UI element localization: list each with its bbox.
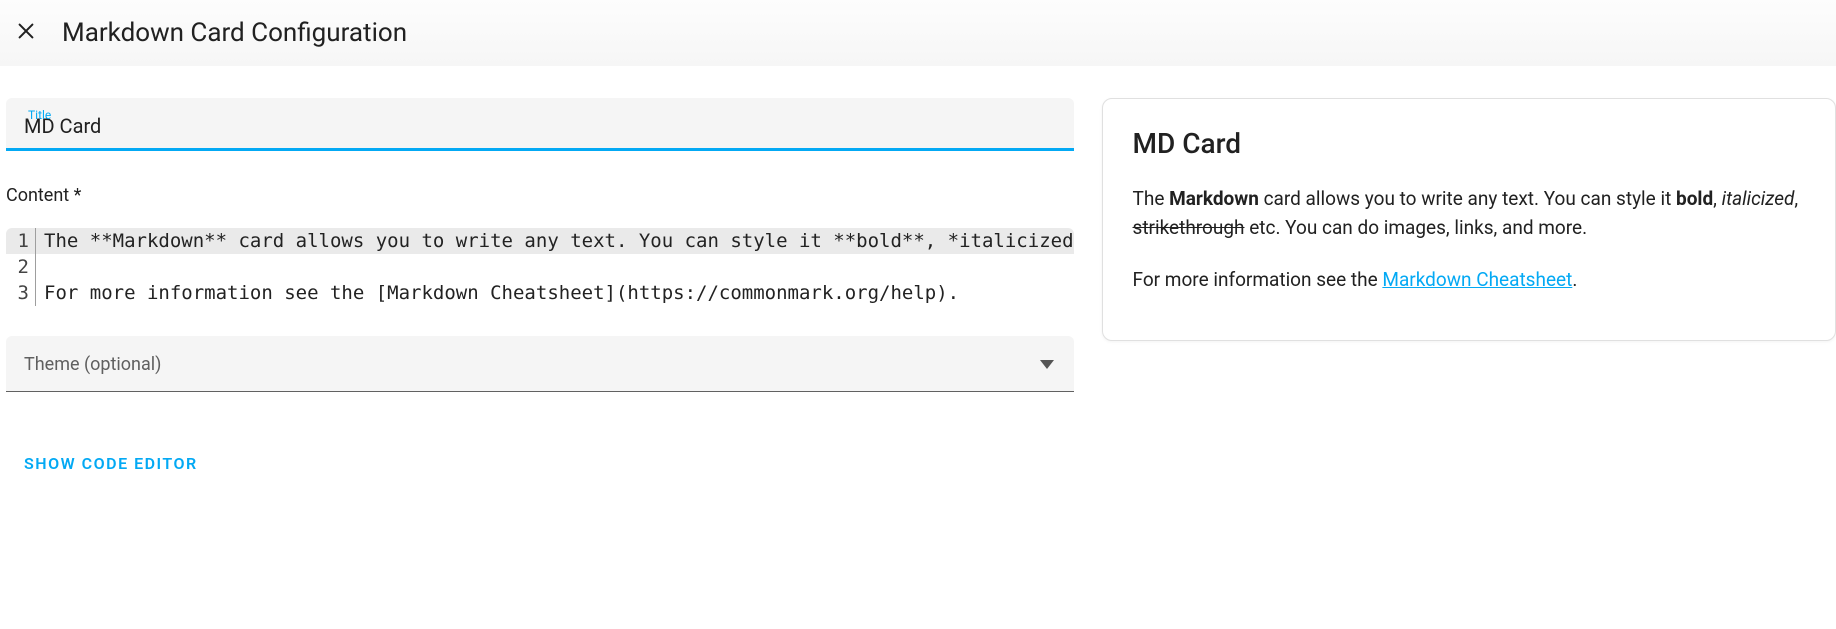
text: For more information see the xyxy=(1133,268,1383,291)
title-input[interactable] xyxy=(24,112,1056,138)
code-line[interactable]: 3 For more information see the [Markdown… xyxy=(6,280,1074,306)
text: , xyxy=(1713,187,1721,210)
text: etc. You can do images, links, and more. xyxy=(1245,216,1588,239)
text: , xyxy=(1794,187,1798,210)
preview-body: The Markdown card allows you to write an… xyxy=(1133,184,1805,294)
text: . xyxy=(1572,268,1577,291)
theme-select[interactable]: Theme (optional) xyxy=(6,336,1074,392)
close-icon xyxy=(15,20,37,46)
text: The xyxy=(1133,187,1170,210)
chevron-down-icon xyxy=(1040,355,1054,374)
bold-text: Markdown xyxy=(1169,187,1259,210)
italic-text: italicized xyxy=(1722,187,1795,210)
line-number: 1 xyxy=(6,228,36,254)
preview-paragraph: The Markdown card allows you to write an… xyxy=(1133,184,1805,243)
show-code-editor-button[interactable]: Show Code Editor xyxy=(24,454,1074,473)
code-line-text[interactable] xyxy=(36,254,1074,280)
content-editor[interactable]: 1 The **Markdown** card allows you to wr… xyxy=(6,228,1074,306)
bold-text: bold xyxy=(1676,187,1713,210)
code-line[interactable]: 2 xyxy=(6,254,1074,280)
dialog-header: Markdown Card Configuration xyxy=(0,0,1836,66)
close-button[interactable] xyxy=(12,19,40,47)
text: card allows you to write any text. You c… xyxy=(1259,187,1676,210)
title-field[interactable]: Title xyxy=(6,98,1074,151)
preview-title: MD Card xyxy=(1133,127,1805,160)
preview-paragraph: For more information see the Markdown Ch… xyxy=(1133,265,1805,294)
line-number: 3 xyxy=(6,280,36,306)
code-line-text[interactable]: For more information see the [Markdown C… xyxy=(36,280,1074,306)
dialog-title: Markdown Card Configuration xyxy=(62,18,407,48)
markdown-cheatsheet-link[interactable]: Markdown Cheatsheet xyxy=(1382,268,1572,291)
code-line[interactable]: 1 The **Markdown** card allows you to wr… xyxy=(6,228,1074,254)
content-label: Content * xyxy=(6,185,1074,206)
line-number: 2 xyxy=(6,254,36,280)
title-field-label: Title xyxy=(28,108,51,122)
theme-placeholder: Theme (optional) xyxy=(24,354,161,375)
preview-card: MD Card The Markdown card allows you to … xyxy=(1102,98,1836,341)
strike-text: strikethrough xyxy=(1133,216,1245,239)
code-line-text[interactable]: The **Markdown** card allows you to writ… xyxy=(36,228,1074,254)
